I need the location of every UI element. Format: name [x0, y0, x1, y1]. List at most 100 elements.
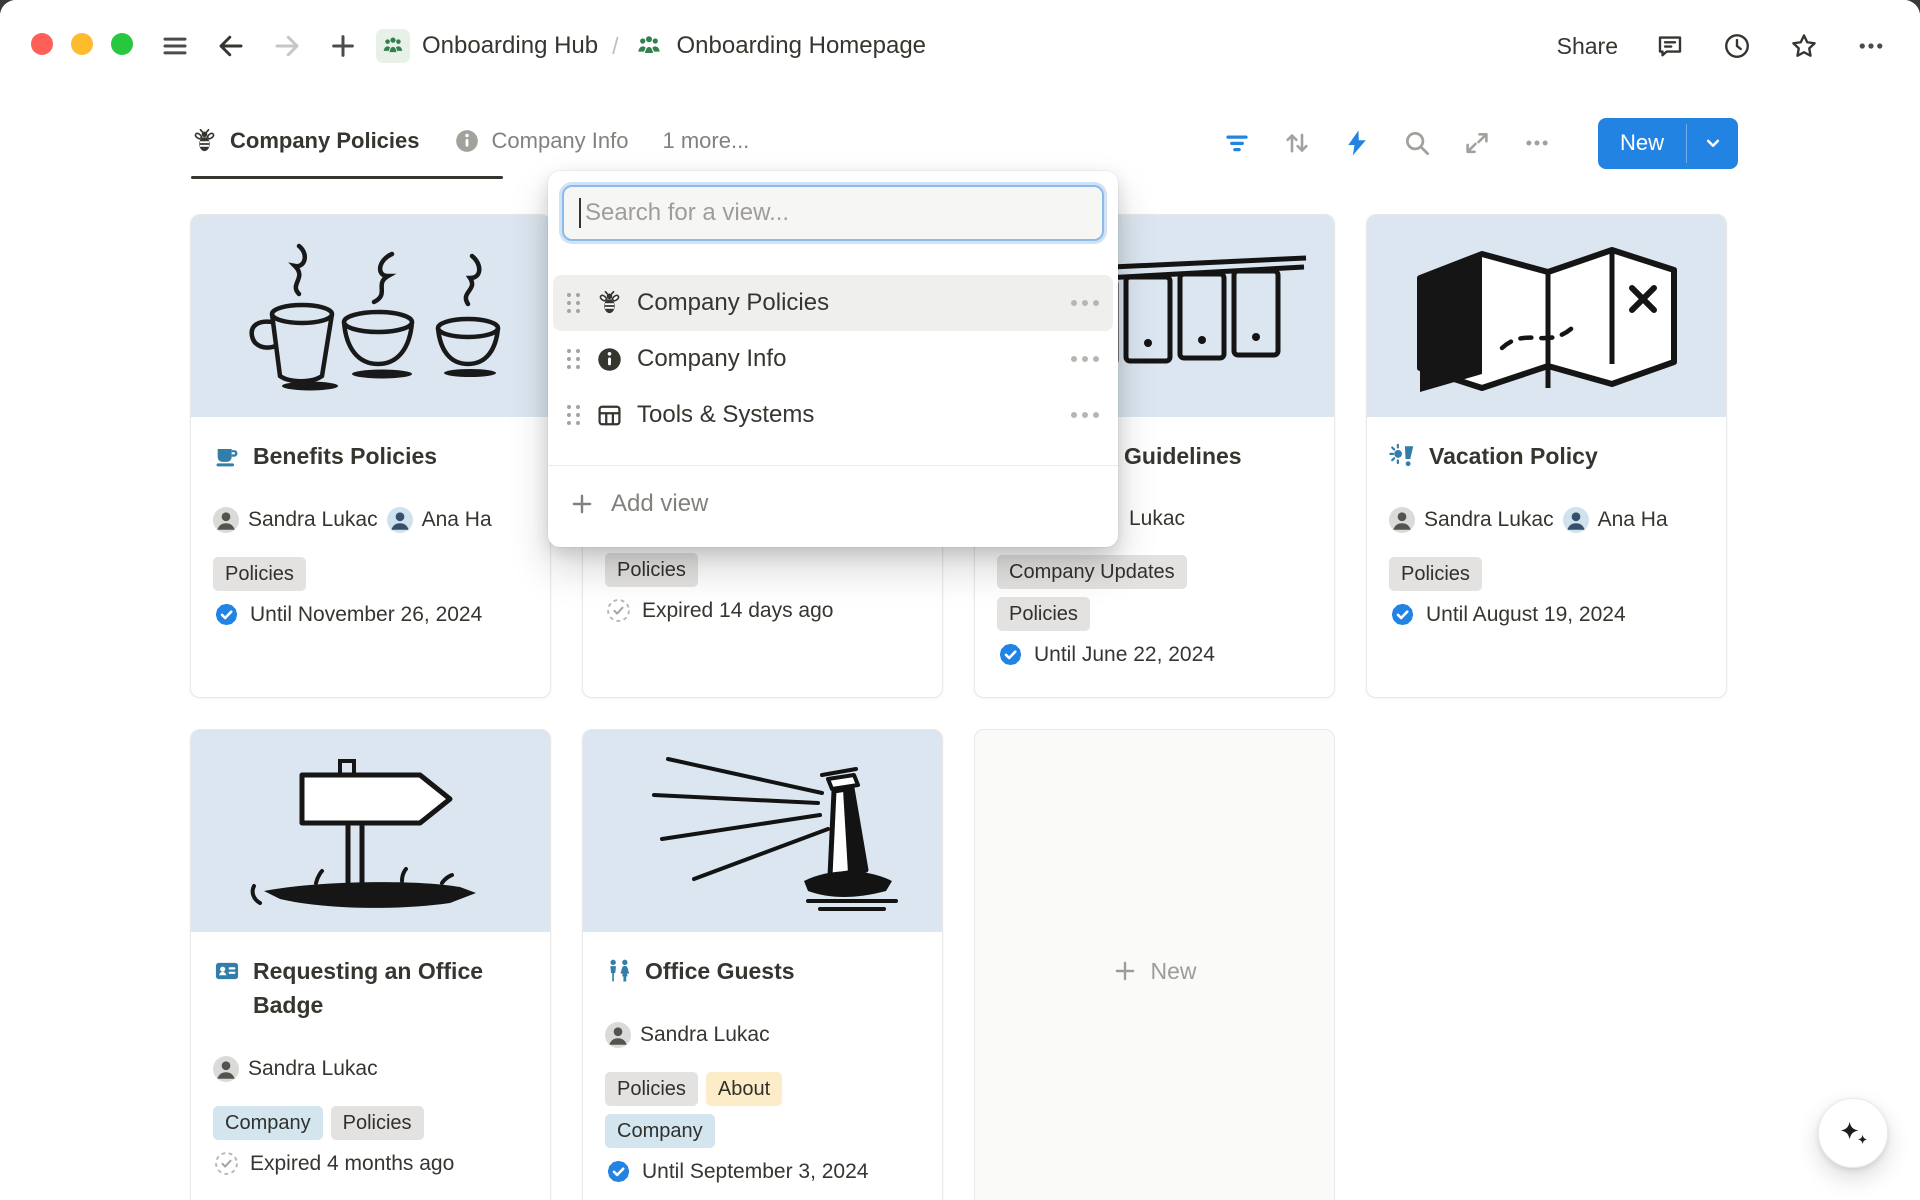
- card-status: Until August 19, 2024: [1389, 601, 1704, 628]
- filter-icon[interactable]: [1222, 128, 1252, 158]
- view-item-company-info[interactable]: Company Info: [553, 331, 1113, 387]
- card-title-row: Benefits Policies: [213, 439, 528, 473]
- card-vacation-policy[interactable]: Vacation Policy Sandra Lukac Ana Ha Poli…: [1366, 214, 1727, 698]
- coffee-mugs-doodle: [206, 226, 536, 406]
- team-icon: [633, 30, 665, 62]
- tag: About: [706, 1072, 782, 1106]
- person-name: Ana Ha: [1598, 508, 1668, 532]
- drag-handle-icon[interactable]: [567, 405, 580, 425]
- verified-badge-icon: [997, 641, 1024, 668]
- status-text: Until September 3, 2024: [642, 1160, 868, 1184]
- view-search-input[interactable]: [562, 185, 1104, 241]
- drag-handle-icon[interactable]: [567, 293, 580, 313]
- notion-window: Onboarding Hub / Onboarding Homepage Sha…: [0, 0, 1920, 1200]
- card-title-row: Guidelines: [1124, 439, 1312, 473]
- tag: Policies: [997, 597, 1090, 631]
- status-text: Until August 19, 2024: [1426, 603, 1626, 627]
- card-body: Office Guests Sandra Lukac Policies Abou…: [583, 932, 942, 1185]
- share-button[interactable]: Share: [1557, 33, 1618, 60]
- card-office-badge[interactable]: Requesting an Office Badge Sandra Lukac …: [190, 729, 551, 1200]
- card-cover: [191, 215, 550, 417]
- avatar: [213, 507, 239, 533]
- close-window-button[interactable]: [31, 33, 53, 55]
- new-card-placeholder[interactable]: New: [974, 729, 1335, 1200]
- view-options-ellipsis[interactable]: [1071, 300, 1099, 306]
- plus-icon: [569, 491, 595, 517]
- two-people-icon: [605, 957, 633, 985]
- sidebar-menu-icon[interactable]: [160, 31, 190, 61]
- view-item-tools-systems[interactable]: Tools & Systems: [553, 387, 1113, 443]
- tab-label: Company Policies: [230, 128, 420, 154]
- card-tags: Policies About Company: [605, 1072, 920, 1148]
- card-cover: [191, 730, 550, 932]
- card-body: Vacation Policy Sandra Lukac Ana Ha Poli…: [1367, 417, 1726, 628]
- favorite-star-icon[interactable]: [1789, 31, 1819, 61]
- add-view-button[interactable]: Add view: [553, 475, 1113, 533]
- ai-assistant-button[interactable]: [1818, 1098, 1888, 1168]
- forward-arrow-icon[interactable]: [272, 31, 302, 61]
- card-office-guests[interactable]: Office Guests Sandra Lukac Policies Abou…: [582, 729, 943, 1200]
- more-ellipsis-icon[interactable]: [1856, 31, 1886, 61]
- tag: Policies: [605, 553, 698, 587]
- window-titlebar: Onboarding Hub / Onboarding Homepage Sha…: [0, 0, 1920, 92]
- card-title: Benefits Policies: [253, 439, 437, 473]
- view-search: [562, 185, 1104, 241]
- expired-check-icon: [605, 597, 632, 624]
- info-icon: [596, 346, 623, 373]
- card-benefits-policies[interactable]: Benefits Policies Sandra Lukac Ana Ha Po…: [190, 214, 551, 698]
- card-title-partial: Guidelines: [1124, 439, 1242, 473]
- minimize-window-button[interactable]: [71, 33, 93, 55]
- verified-badge-icon: [1389, 601, 1416, 628]
- tag: Company Updates: [997, 555, 1187, 589]
- more-ellipsis-icon[interactable]: [1522, 128, 1552, 158]
- sort-icon[interactable]: [1282, 128, 1312, 158]
- sun-alert-icon: [1389, 442, 1417, 470]
- menu-divider: [548, 465, 1118, 466]
- card-title: Vacation Policy: [1429, 439, 1598, 473]
- card-body: Requesting an Office Badge Sandra Lukac …: [191, 932, 550, 1177]
- card-title: Requesting an Office Badge: [253, 954, 528, 1022]
- expand-icon[interactable]: [1462, 128, 1492, 158]
- ai-sparkle-icon: [1835, 1115, 1871, 1151]
- view-item-company-policies[interactable]: Company Policies: [553, 275, 1113, 331]
- more-views-link[interactable]: 1 more...: [662, 128, 749, 154]
- breadcrumb-current[interactable]: Onboarding Homepage: [677, 32, 927, 60]
- card-title-row: Requesting an Office Badge: [213, 954, 528, 1022]
- card-people: Sandra Lukac: [213, 1056, 528, 1082]
- view-options-ellipsis[interactable]: [1071, 356, 1099, 362]
- avatar: [605, 1022, 631, 1048]
- card-status: Expired 4 months ago: [213, 1150, 528, 1177]
- view-options-ellipsis[interactable]: [1071, 412, 1099, 418]
- drag-handle-icon[interactable]: [567, 349, 580, 369]
- breadcrumb-separator: /: [612, 33, 618, 60]
- plus-icon: [1112, 958, 1138, 984]
- chevron-down-icon[interactable]: [1687, 118, 1738, 169]
- card-body: Benefits Policies Sandra Lukac Ana Ha Po…: [191, 417, 550, 628]
- card-title: Office Guests: [645, 954, 795, 988]
- back-arrow-icon[interactable]: [216, 31, 246, 61]
- tag: Company: [213, 1106, 323, 1140]
- view-item-label: Company Policies: [637, 289, 1057, 317]
- search-icon[interactable]: [1402, 128, 1432, 158]
- team-icon[interactable]: [376, 29, 410, 63]
- card-title-row: Office Guests: [605, 954, 920, 988]
- tab-company-policies[interactable]: Company Policies: [191, 128, 420, 155]
- new-button[interactable]: New: [1598, 118, 1738, 169]
- card-tags: Policies: [1389, 557, 1704, 591]
- person-name: Sandra Lukac: [640, 1023, 770, 1047]
- tab-company-info[interactable]: Company Info: [454, 128, 629, 154]
- card-status: Until September 3, 2024: [605, 1158, 920, 1185]
- comment-icon[interactable]: [1655, 31, 1685, 61]
- history-clock-icon[interactable]: [1722, 31, 1752, 61]
- automation-bolt-icon[interactable]: [1342, 128, 1372, 158]
- view-toolbar: New: [1222, 117, 1738, 169]
- zoom-window-button[interactable]: [111, 33, 133, 55]
- new-page-plus-icon[interactable]: [328, 31, 358, 61]
- add-view-label: Add view: [611, 490, 708, 518]
- person-name-partial: Lukac: [1129, 507, 1185, 531]
- nav-controls: [160, 0, 358, 92]
- tag: Policies: [1389, 557, 1482, 591]
- id-badge-icon: [213, 957, 241, 985]
- text-cursor: [579, 198, 581, 228]
- breadcrumb-root[interactable]: Onboarding Hub: [422, 32, 598, 60]
